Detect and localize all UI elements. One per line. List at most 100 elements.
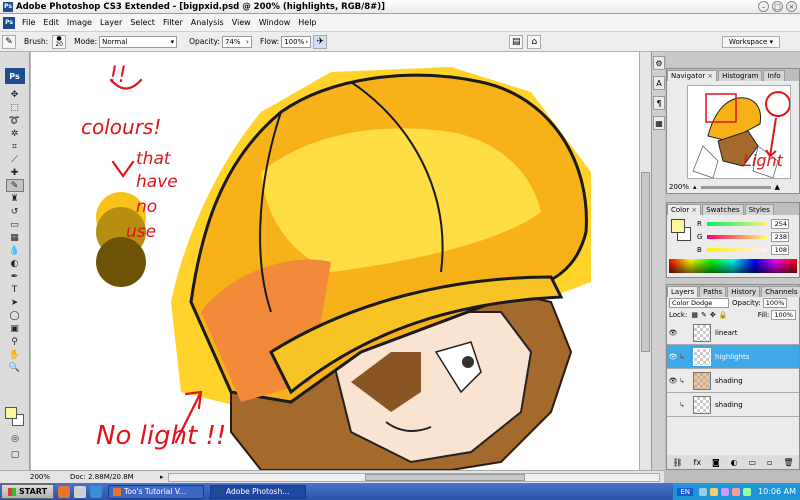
workspace-button[interactable]: Workspace ▾: [722, 35, 780, 48]
mode-select[interactable]: Normal ▾: [99, 35, 178, 48]
notes-tool-icon[interactable]: ▣: [6, 322, 24, 335]
fill-input[interactable]: 100%: [771, 310, 796, 320]
task-tutorial[interactable]: Too's Tutorial V...: [108, 484, 205, 499]
menu-select[interactable]: Select: [126, 18, 159, 27]
blur-tool-icon[interactable]: 💧: [6, 244, 24, 257]
menu-help[interactable]: Help: [294, 18, 320, 27]
layer-style-icon[interactable]: fx: [694, 458, 702, 467]
screen-mode-icon[interactable]: ▢: [6, 448, 24, 461]
tab-navigator[interactable]: Navigator ×: [667, 70, 718, 81]
menu-file[interactable]: File: [18, 18, 39, 27]
lock-all-icon[interactable]: 🔒: [719, 311, 728, 319]
zoom-tool-icon[interactable]: 🔍: [6, 361, 24, 374]
navigator-zoom-value[interactable]: 200%: [669, 183, 693, 191]
pen-tool-icon[interactable]: ✒: [6, 270, 24, 283]
slice-tool-icon[interactable]: ⟋: [6, 153, 24, 166]
tab-paths[interactable]: Paths: [699, 286, 727, 297]
eye-icon[interactable]: 👁: [667, 353, 679, 361]
lasso-tool-icon[interactable]: ➰: [6, 114, 24, 127]
opacity-input[interactable]: 74% ›: [221, 35, 252, 48]
layer-opacity-input[interactable]: 100%: [762, 298, 788, 308]
horizontal-scrollbar[interactable]: [167, 472, 660, 482]
horizontal-scroll-thumb[interactable]: [364, 473, 525, 481]
new-layer-icon[interactable]: ▫: [767, 458, 772, 467]
gradient-tool-icon[interactable]: ▦: [6, 231, 24, 244]
new-group-icon[interactable]: ▭: [749, 458, 757, 467]
marquee-tool-icon[interactable]: ⬚: [6, 101, 24, 114]
lock-transparent-icon[interactable]: ▦: [691, 311, 698, 319]
green-value[interactable]: 238: [771, 232, 789, 242]
navigator-preview[interactable]: Light: [687, 85, 791, 179]
dock-paragraph-icon[interactable]: ¶: [653, 96, 665, 110]
eye-icon[interactable]: 👁: [667, 329, 679, 337]
desktop-icon[interactable]: [74, 485, 87, 498]
path-select-tool-icon[interactable]: ➤: [6, 296, 24, 309]
quick-select-tool-icon[interactable]: ✲: [6, 127, 24, 140]
navigator-zoom-slider[interactable]: [700, 185, 771, 189]
close-icon[interactable]: ×: [691, 206, 697, 214]
task-photoshop[interactable]: Adobe Photosh...: [210, 484, 307, 499]
foreground-color-swatch[interactable]: [5, 407, 17, 419]
stamp-tool-icon[interactable]: ♜: [6, 192, 24, 205]
vertical-scroll-thumb[interactable]: [641, 172, 650, 352]
close-button[interactable]: ×: [786, 1, 797, 12]
menu-view[interactable]: View: [228, 18, 255, 27]
document-canvas[interactable]: !! colours! that have no use No light !!: [31, 52, 639, 470]
dodge-tool-icon[interactable]: ◐: [6, 257, 24, 270]
tray-network-icon[interactable]: [699, 487, 708, 496]
eye-icon[interactable]: 👁: [667, 377, 679, 385]
firefox-icon[interactable]: [58, 485, 71, 498]
close-icon[interactable]: ×: [707, 72, 713, 80]
red-value[interactable]: 254: [771, 219, 789, 229]
trash-icon[interactable]: 🗑: [783, 458, 793, 467]
zoom-out-icon[interactable]: ▴: [693, 183, 697, 191]
eraser-tool-icon[interactable]: ▭: [6, 218, 24, 231]
menu-filter[interactable]: Filter: [159, 18, 187, 27]
dock-brushes-icon[interactable]: ▦: [653, 116, 665, 130]
tab-history[interactable]: History: [727, 286, 761, 297]
lock-position-icon[interactable]: ✥: [710, 311, 716, 319]
layer-highlights[interactable]: 👁 ↳ highlights: [667, 345, 799, 369]
color-fg-swatch[interactable]: [671, 219, 685, 233]
tab-styles[interactable]: Styles: [744, 204, 774, 215]
tool-presets-icon[interactable]: ▤: [509, 34, 524, 49]
adjustment-layer-icon[interactable]: ◐: [731, 458, 738, 467]
menu-layer[interactable]: Layer: [96, 18, 126, 27]
blue-value[interactable]: 108: [771, 245, 789, 255]
lock-image-icon[interactable]: ✎: [701, 311, 707, 319]
tray-volume-icon[interactable]: [710, 487, 719, 496]
shape-tool-icon[interactable]: ◯: [6, 309, 24, 322]
tab-swatches[interactable]: Swatches: [702, 204, 744, 215]
tray-app-icon[interactable]: [721, 487, 730, 496]
zoom-in-icon[interactable]: ▲: [775, 183, 780, 191]
link-layers-icon[interactable]: ⛓: [672, 458, 682, 467]
tab-channels[interactable]: Channels: [761, 286, 800, 297]
vertical-scrollbar[interactable]: [639, 52, 651, 470]
move-tool-icon[interactable]: ✥: [6, 88, 24, 101]
menu-image[interactable]: Image: [63, 18, 96, 27]
layer-shading[interactable]: 👁 ↳ shading: [667, 369, 799, 393]
hand-tool-icon[interactable]: ✋: [6, 348, 24, 361]
brush-tool-icon[interactable]: ✎: [2, 34, 16, 49]
crop-tool-icon[interactable]: ⌗: [6, 140, 24, 153]
minimize-button[interactable]: –: [758, 1, 769, 12]
type-tool-icon[interactable]: T: [6, 283, 24, 296]
green-slider[interactable]: [707, 235, 767, 239]
layer-shading-hidden[interactable]: ↳ shading: [667, 393, 799, 417]
tray-security-icon[interactable]: [732, 487, 741, 496]
airbrush-icon[interactable]: ✈: [313, 34, 328, 49]
brush-preset-picker[interactable]: ● 20: [52, 34, 67, 49]
tray-update-icon[interactable]: [743, 487, 752, 496]
tab-layers[interactable]: Layers: [667, 286, 699, 297]
brush-tool-icon[interactable]: ✎: [5, 179, 24, 192]
blend-mode-select[interactable]: Color Dodge: [669, 298, 729, 308]
red-slider[interactable]: [707, 222, 767, 226]
layer-mask-icon[interactable]: ◙: [712, 458, 720, 467]
quick-mask-icon[interactable]: ◎: [6, 432, 24, 445]
dock-character-icon[interactable]: A: [653, 76, 665, 90]
menu-analysis[interactable]: Analysis: [187, 18, 228, 27]
dock-tools-icon[interactable]: ⚙: [653, 56, 665, 70]
tab-color[interactable]: Color ×: [667, 204, 702, 215]
history-brush-tool-icon[interactable]: ↺: [6, 205, 24, 218]
start-button[interactable]: START: [1, 484, 55, 499]
